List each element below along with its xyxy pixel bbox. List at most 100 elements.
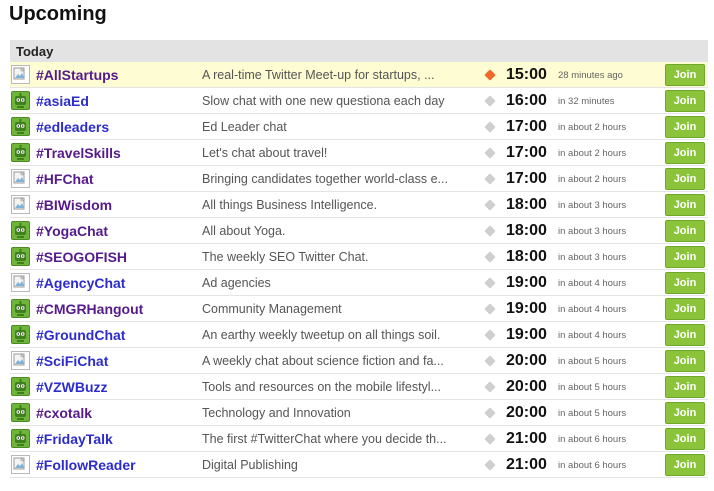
chat-name-link[interactable]: #asiaEd — [36, 88, 89, 114]
chat-time: 18:00 — [506, 248, 547, 265]
join-button[interactable]: Join — [665, 246, 705, 268]
chat-time: 20:00 — [506, 352, 547, 369]
green-robot-icon — [11, 247, 30, 266]
join-button[interactable]: Join — [665, 194, 705, 216]
chat-description: Tools and resources on the mobile lifest… — [202, 380, 442, 394]
relative-time: in about 3 hours — [558, 200, 627, 211]
chat-time: 15:00 — [506, 66, 547, 83]
chat-description: A weekly chat about science fiction and … — [202, 354, 444, 368]
join-button[interactable]: Join — [665, 168, 705, 190]
status-dot-icon — [484, 173, 496, 185]
chat-time: 16:00 — [506, 92, 547, 109]
broken-image-icon — [11, 273, 30, 292]
join-button[interactable]: Join — [665, 272, 705, 294]
chat-time: 21:00 — [506, 456, 547, 473]
broken-image-icon — [11, 65, 30, 84]
chat-name-link[interactable]: #HFChat — [36, 166, 94, 192]
chat-description: All about Yoga. — [202, 224, 286, 238]
chat-row: #YogaChat All about Yoga. 18:00 in about 3 … — [10, 218, 708, 244]
chat-time: 19:00 — [506, 326, 547, 343]
chat-row: #BIWisdom All things Business Intelligenc… — [10, 192, 708, 218]
page-title: Upcoming — [9, 3, 107, 25]
chat-name-link[interactable]: #BIWisdom — [36, 192, 112, 218]
chat-name-link[interactable]: #AgencyChat — [36, 270, 125, 296]
chat-description: An earthy weekly tweetup on all things s… — [202, 328, 441, 342]
join-button[interactable]: Join — [665, 220, 705, 242]
chat-time: 20:00 — [506, 404, 547, 421]
join-button[interactable]: Join — [665, 116, 705, 138]
relative-time: in about 4 hours — [558, 278, 627, 289]
status-dot-icon — [484, 407, 496, 419]
status-dot-icon — [484, 329, 496, 341]
chat-name-link[interactable]: #YogaChat — [36, 218, 108, 244]
join-button[interactable]: Join — [665, 402, 705, 424]
status-dot-icon — [484, 459, 496, 471]
relative-time: in about 5 hours — [558, 382, 627, 393]
chat-time: 19:00 — [506, 274, 547, 291]
chat-time: 18:00 — [506, 196, 547, 213]
chat-row: #SEOGOFISH The weekly SEO Twitter Chat. 18… — [10, 244, 708, 270]
chat-row: #FridayTalk The first #TwitterChat where … — [10, 426, 708, 452]
chat-time: 17:00 — [506, 144, 547, 161]
status-dot-icon — [484, 303, 496, 315]
chat-time: 19:00 — [506, 300, 547, 317]
chat-name-link[interactable]: #FollowReader — [36, 452, 136, 478]
broken-image-icon — [11, 455, 30, 474]
chat-name-link[interactable]: #TravelSkills — [36, 140, 121, 166]
status-dot-icon — [484, 199, 496, 211]
status-dot-icon — [484, 355, 496, 367]
chat-row: #cxotalk Technology and Innovation 20:00 in… — [10, 400, 708, 426]
chat-name-link[interactable]: #VZWBuzz — [36, 374, 108, 400]
join-button[interactable]: Join — [665, 376, 705, 398]
chat-name-link[interactable]: #edleaders — [36, 114, 109, 140]
green-robot-icon — [11, 403, 30, 422]
status-dot-icon — [484, 251, 496, 263]
join-button[interactable]: Join — [665, 324, 705, 346]
chat-time: 21:00 — [506, 430, 547, 447]
chat-description: Let's chat about travel! — [202, 146, 328, 160]
chat-name-link[interactable]: #AllStartups — [36, 62, 118, 88]
chat-row: #asiaEd Slow chat with one new questiona … — [10, 88, 708, 114]
today-section: Today #AllStartups A real-time Twitter Me… — [10, 40, 708, 478]
chat-description: The first #TwitterChat where you decide … — [202, 432, 447, 446]
join-button[interactable]: Join — [665, 454, 705, 476]
chat-description: Bringing candidates together world-class… — [202, 172, 448, 186]
chat-row: #HFChat Bringing candidates together worl… — [10, 166, 708, 192]
status-dot-icon — [484, 225, 496, 237]
chat-name-link[interactable]: #SciFiChat — [36, 348, 108, 374]
relative-time: in about 6 hours — [558, 434, 627, 445]
chat-name-link[interactable]: #SEOGOFISH — [36, 244, 127, 270]
join-button[interactable]: Join — [665, 350, 705, 372]
chat-row: #CMGRHangout Community Management 19:00 in … — [10, 296, 708, 322]
relative-time: in 32 minutes — [558, 96, 615, 107]
chat-time: 17:00 — [506, 170, 547, 187]
chat-name-link[interactable]: #GroundChat — [36, 322, 125, 348]
join-button[interactable]: Join — [665, 298, 705, 320]
chat-name-link[interactable]: #CMGRHangout — [36, 296, 143, 322]
chat-name-link[interactable]: #FridayTalk — [36, 426, 113, 452]
relative-time: in about 4 hours — [558, 304, 627, 315]
relative-time: in about 2 hours — [558, 174, 627, 185]
chat-description: The weekly SEO Twitter Chat. — [202, 250, 369, 264]
green-robot-icon — [11, 117, 30, 136]
chat-time: 18:00 — [506, 222, 547, 239]
chat-time: 20:00 — [506, 378, 547, 395]
chat-list: #AllStartups A real-time Twitter Meet-up … — [10, 62, 708, 478]
relative-time: in about 2 hours — [558, 122, 627, 133]
green-robot-icon — [11, 377, 30, 396]
chat-row: #VZWBuzz Tools and resources on the mobil… — [10, 374, 708, 400]
join-button[interactable]: Join — [665, 428, 705, 450]
relative-time: in about 5 hours — [558, 356, 627, 367]
green-robot-icon — [11, 221, 30, 240]
chat-row: #AllStartups A real-time Twitter Meet-up … — [10, 62, 708, 88]
status-dot-icon — [484, 95, 496, 107]
status-dot-icon — [484, 381, 496, 393]
chat-row: #SciFiChat A weekly chat about science fi… — [10, 348, 708, 374]
chat-name-link[interactable]: #cxotalk — [36, 400, 92, 426]
join-button[interactable]: Join — [665, 142, 705, 164]
join-button[interactable]: Join — [665, 64, 705, 86]
join-button[interactable]: Join — [665, 90, 705, 112]
status-dot-icon — [484, 433, 496, 445]
chat-description: A real-time Twitter Meet-up for startups… — [202, 68, 435, 82]
broken-image-icon — [11, 195, 30, 214]
